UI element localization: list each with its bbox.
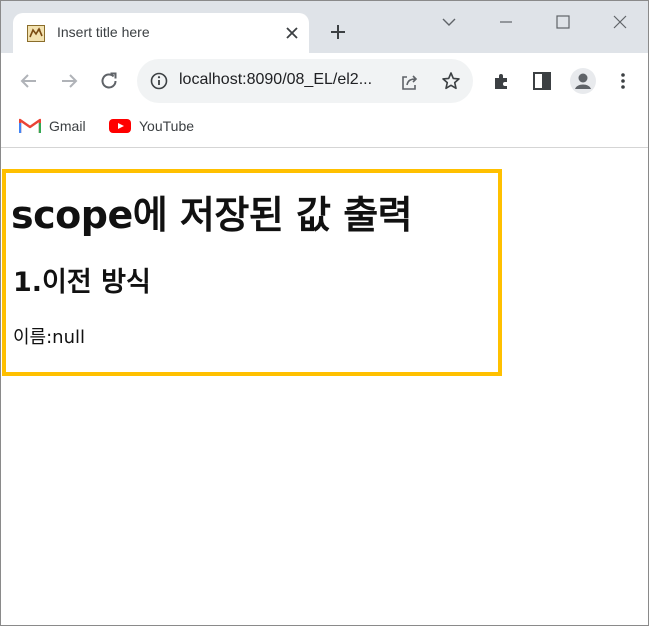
extensions-puzzle-icon[interactable]	[490, 69, 514, 93]
tomcat-icon	[27, 25, 45, 42]
reload-icon[interactable]	[97, 69, 121, 93]
browser-window: Insert title here localhost:8090/08_EL/e…	[0, 0, 649, 626]
tab-search-chevron-icon[interactable]	[438, 11, 460, 33]
tab-title: Insert title here	[57, 24, 150, 40]
name-output: 이름:null	[13, 327, 86, 348]
new-tab-icon[interactable]	[327, 21, 349, 43]
close-window-icon[interactable]	[609, 11, 631, 33]
page-content: scope에 저장된 값 출력 1.이전 방식 이름:null	[1, 148, 648, 625]
url-text[interactable]: localhost:8090/08_EL/el2...	[179, 71, 372, 89]
active-tab[interactable]: Insert title here	[13, 13, 309, 54]
address-bar[interactable]: localhost:8090/08_EL/el2...	[137, 59, 473, 103]
side-panel-icon[interactable]	[530, 69, 554, 93]
bookmarks-bar: Gmail YouTube	[1, 109, 648, 148]
more-menu-icon[interactable]	[611, 69, 635, 93]
tab-strip: Insert title here	[1, 1, 648, 54]
bookmark-youtube[interactable]: YouTube	[109, 115, 194, 137]
close-tab-icon[interactable]	[281, 22, 303, 44]
bookmark-star-icon[interactable]	[440, 70, 462, 92]
youtube-icon	[109, 119, 131, 133]
navigation-toolbar: localhost:8090/08_EL/el2...	[1, 53, 648, 109]
page-heading: scope에 저장된 값 출력	[11, 193, 413, 237]
site-info-icon[interactable]	[149, 71, 169, 91]
bookmark-gmail[interactable]: Gmail	[19, 115, 86, 137]
forward-arrow-icon[interactable]	[57, 69, 81, 93]
maximize-icon[interactable]	[552, 11, 574, 33]
bookmark-label: Gmail	[49, 118, 86, 134]
page-subheading: 1.이전 방식	[13, 267, 151, 298]
back-arrow-icon[interactable]	[17, 69, 41, 93]
bookmark-label: YouTube	[139, 118, 195, 134]
minimize-icon[interactable]	[495, 11, 517, 33]
profile-avatar-icon[interactable]	[569, 67, 597, 95]
share-icon[interactable]	[399, 71, 421, 93]
gmail-icon	[19, 118, 41, 133]
